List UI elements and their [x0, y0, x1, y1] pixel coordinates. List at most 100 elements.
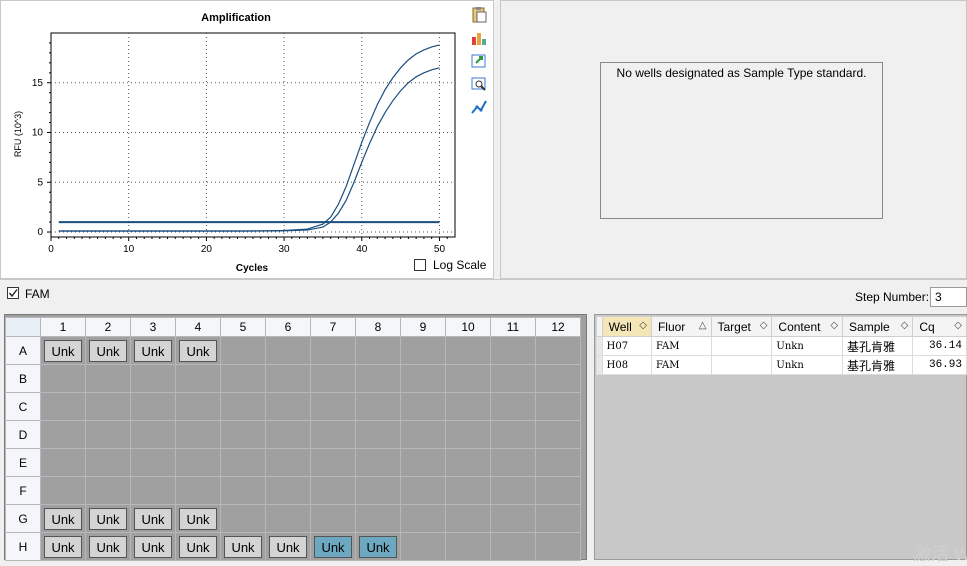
- plate-column-header[interactable]: 12: [535, 317, 581, 337]
- plate-well[interactable]: [220, 336, 266, 365]
- plate-well[interactable]: Unk: [175, 336, 221, 365]
- plate-well[interactable]: [445, 336, 491, 365]
- plate-well[interactable]: [355, 336, 401, 365]
- plate-corner[interactable]: [5, 317, 41, 337]
- plate-well[interactable]: [535, 532, 581, 561]
- plate-well[interactable]: [130, 420, 176, 449]
- plate-well[interactable]: [175, 420, 221, 449]
- plate-well[interactable]: [445, 420, 491, 449]
- plate-well[interactable]: [445, 448, 491, 477]
- plate-well[interactable]: [130, 364, 176, 393]
- plate-well[interactable]: [490, 448, 536, 477]
- plate-well[interactable]: [445, 364, 491, 393]
- plate-well[interactable]: [40, 364, 86, 393]
- plate-well[interactable]: [310, 336, 356, 365]
- plate-well[interactable]: [310, 476, 356, 505]
- plate-column-header[interactable]: 7: [310, 317, 356, 337]
- plate-well[interactable]: [220, 504, 266, 533]
- plate-column-header[interactable]: 11: [490, 317, 536, 337]
- plate-well[interactable]: [400, 448, 446, 477]
- plate-well[interactable]: Unk: [355, 532, 401, 561]
- plate-well[interactable]: [355, 364, 401, 393]
- plate-column-header[interactable]: 8: [355, 317, 401, 337]
- plate-well[interactable]: [490, 476, 536, 505]
- clipboard-icon[interactable]: [470, 6, 488, 24]
- plate-well[interactable]: Unk: [175, 504, 221, 533]
- plate-well[interactable]: [490, 420, 536, 449]
- plate-well[interactable]: [535, 448, 581, 477]
- plate-well[interactable]: Unk: [175, 532, 221, 561]
- plate-well[interactable]: [355, 504, 401, 533]
- fam-checkbox[interactable]: [7, 287, 19, 299]
- plate-well[interactable]: [130, 392, 176, 421]
- plate-well[interactable]: Unk: [130, 504, 176, 533]
- plate-column-header[interactable]: 10: [445, 317, 491, 337]
- plate-row-header[interactable]: F: [5, 476, 41, 505]
- plate-row-header[interactable]: B: [5, 364, 41, 393]
- plate-well[interactable]: Unk: [40, 532, 86, 561]
- plate-well[interactable]: [220, 448, 266, 477]
- plate-well[interactable]: [490, 504, 536, 533]
- plate-well[interactable]: [85, 476, 131, 505]
- plate-row-header[interactable]: C: [5, 392, 41, 421]
- sort-asc-icon[interactable]: △: [699, 320, 707, 331]
- plate-row-header[interactable]: G: [5, 504, 41, 533]
- plate-well[interactable]: [220, 392, 266, 421]
- plate-well[interactable]: [85, 392, 131, 421]
- sort-icon[interactable]: ◇: [954, 320, 962, 331]
- plate-row-header[interactable]: D: [5, 420, 41, 449]
- plate-well[interactable]: Unk: [310, 532, 356, 561]
- plate-well[interactable]: [220, 476, 266, 505]
- plate-well[interactable]: [355, 420, 401, 449]
- plate-well[interactable]: [490, 532, 536, 561]
- chart-settings-icon[interactable]: [470, 29, 488, 47]
- plate-column-header[interactable]: 1: [40, 317, 86, 337]
- sort-icon[interactable]: ◇: [639, 320, 647, 331]
- plate-column-header[interactable]: 9: [400, 317, 446, 337]
- plate-well[interactable]: [265, 448, 311, 477]
- plate-well[interactable]: [265, 476, 311, 505]
- plate-well[interactable]: Unk: [40, 336, 86, 365]
- plate-well[interactable]: [445, 504, 491, 533]
- plate-well[interactable]: [130, 476, 176, 505]
- plate-column-header[interactable]: 5: [220, 317, 266, 337]
- plate-well[interactable]: [535, 364, 581, 393]
- plate-well[interactable]: [265, 504, 311, 533]
- plate-well[interactable]: [175, 476, 221, 505]
- plate-well[interactable]: [40, 420, 86, 449]
- plate-column-header[interactable]: 3: [130, 317, 176, 337]
- column-header-target[interactable]: Target ◇: [710, 316, 773, 337]
- plate-well[interactable]: [310, 504, 356, 533]
- plate-well[interactable]: [445, 476, 491, 505]
- plate-well[interactable]: [535, 420, 581, 449]
- plate-well[interactable]: Unk: [130, 336, 176, 365]
- log-scale-checkbox[interactable]: [414, 259, 426, 271]
- plate-well[interactable]: [535, 504, 581, 533]
- plate-well[interactable]: [400, 504, 446, 533]
- plate-well[interactable]: [355, 448, 401, 477]
- line-style-icon[interactable]: [470, 98, 488, 116]
- plate-well[interactable]: Unk: [85, 504, 131, 533]
- plate-well[interactable]: [85, 448, 131, 477]
- plate-well[interactable]: [400, 420, 446, 449]
- plate-well[interactable]: [85, 364, 131, 393]
- plate-well[interactable]: Unk: [130, 532, 176, 561]
- sort-icon[interactable]: ◇: [760, 320, 768, 331]
- plate-well[interactable]: Unk: [85, 336, 131, 365]
- zoom-chart-icon[interactable]: [470, 75, 488, 93]
- plate-well[interactable]: [265, 392, 311, 421]
- plate-well[interactable]: [130, 448, 176, 477]
- plate-column-header[interactable]: 2: [85, 317, 131, 337]
- plate-well[interactable]: [535, 392, 581, 421]
- plate-well[interactable]: [175, 392, 221, 421]
- sort-icon[interactable]: ◇: [830, 320, 838, 331]
- plate-well[interactable]: Unk: [40, 504, 86, 533]
- plate-row-header[interactable]: H: [5, 532, 41, 561]
- plate-well[interactable]: [85, 420, 131, 449]
- plate-well[interactable]: [400, 476, 446, 505]
- plate-well[interactable]: [265, 420, 311, 449]
- plate-row-header[interactable]: A: [5, 336, 41, 365]
- table-row[interactable]: H07 FAM Unkn 基孔肯雅 36.14: [596, 336, 967, 356]
- panel-divider[interactable]: [0, 279, 967, 283]
- plate-well[interactable]: Unk: [220, 532, 266, 561]
